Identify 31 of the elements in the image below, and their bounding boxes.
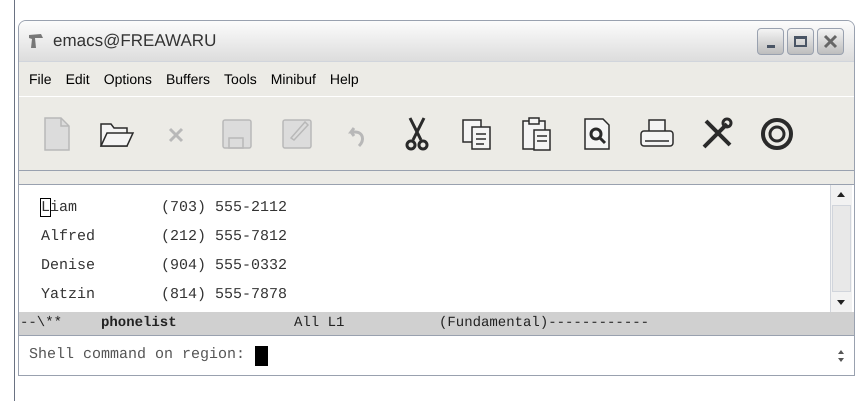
scrollbar[interactable] (830, 185, 852, 312)
phone-number: (814) 555-7878 (161, 285, 288, 306)
minibuffer[interactable]: Shell command on region: (19, 335, 854, 375)
maximize-button[interactable] (787, 28, 814, 54)
menu-item[interactable]: Edit (66, 68, 90, 90)
text-cursor (255, 346, 268, 366)
close-x-icon (823, 34, 838, 48)
window-title: emacs@FREAWARU (53, 30, 216, 52)
major-mode: (Fundamental) (439, 314, 548, 333)
menu-item[interactable]: Minibuf (270, 68, 316, 90)
menu-item[interactable]: Buffers (166, 68, 210, 90)
contact-name: Alfred (41, 227, 96, 248)
phone-number: (212) 555-7812 (161, 227, 288, 248)
contact-name: Yatzin (41, 285, 96, 306)
mode-line-dashes: ------------ (548, 314, 650, 333)
spinner-arrows-icon[interactable] (836, 348, 846, 364)
contact-name: Liam (41, 198, 78, 218)
menu-item[interactable]: File (29, 68, 52, 90)
close-button[interactable] (817, 28, 844, 54)
menu-item[interactable]: Options (104, 68, 152, 90)
menu-item[interactable]: Tools (224, 68, 257, 90)
scroll-thumb[interactable] (832, 205, 851, 292)
phone-number: (904) 555-0332 (161, 256, 288, 276)
minibuffer-prompt: Shell command on region: (29, 345, 246, 366)
buffer-name: phonelist (101, 314, 178, 333)
minimize-button[interactable] (757, 28, 784, 54)
buffer-status: --\** (19, 314, 64, 333)
menu-item[interactable]: Help (330, 68, 359, 90)
contact-name: Denise (41, 256, 96, 276)
buffer-position: All L1 (294, 314, 346, 333)
phone-number: (703) 555-2112 (161, 198, 288, 218)
